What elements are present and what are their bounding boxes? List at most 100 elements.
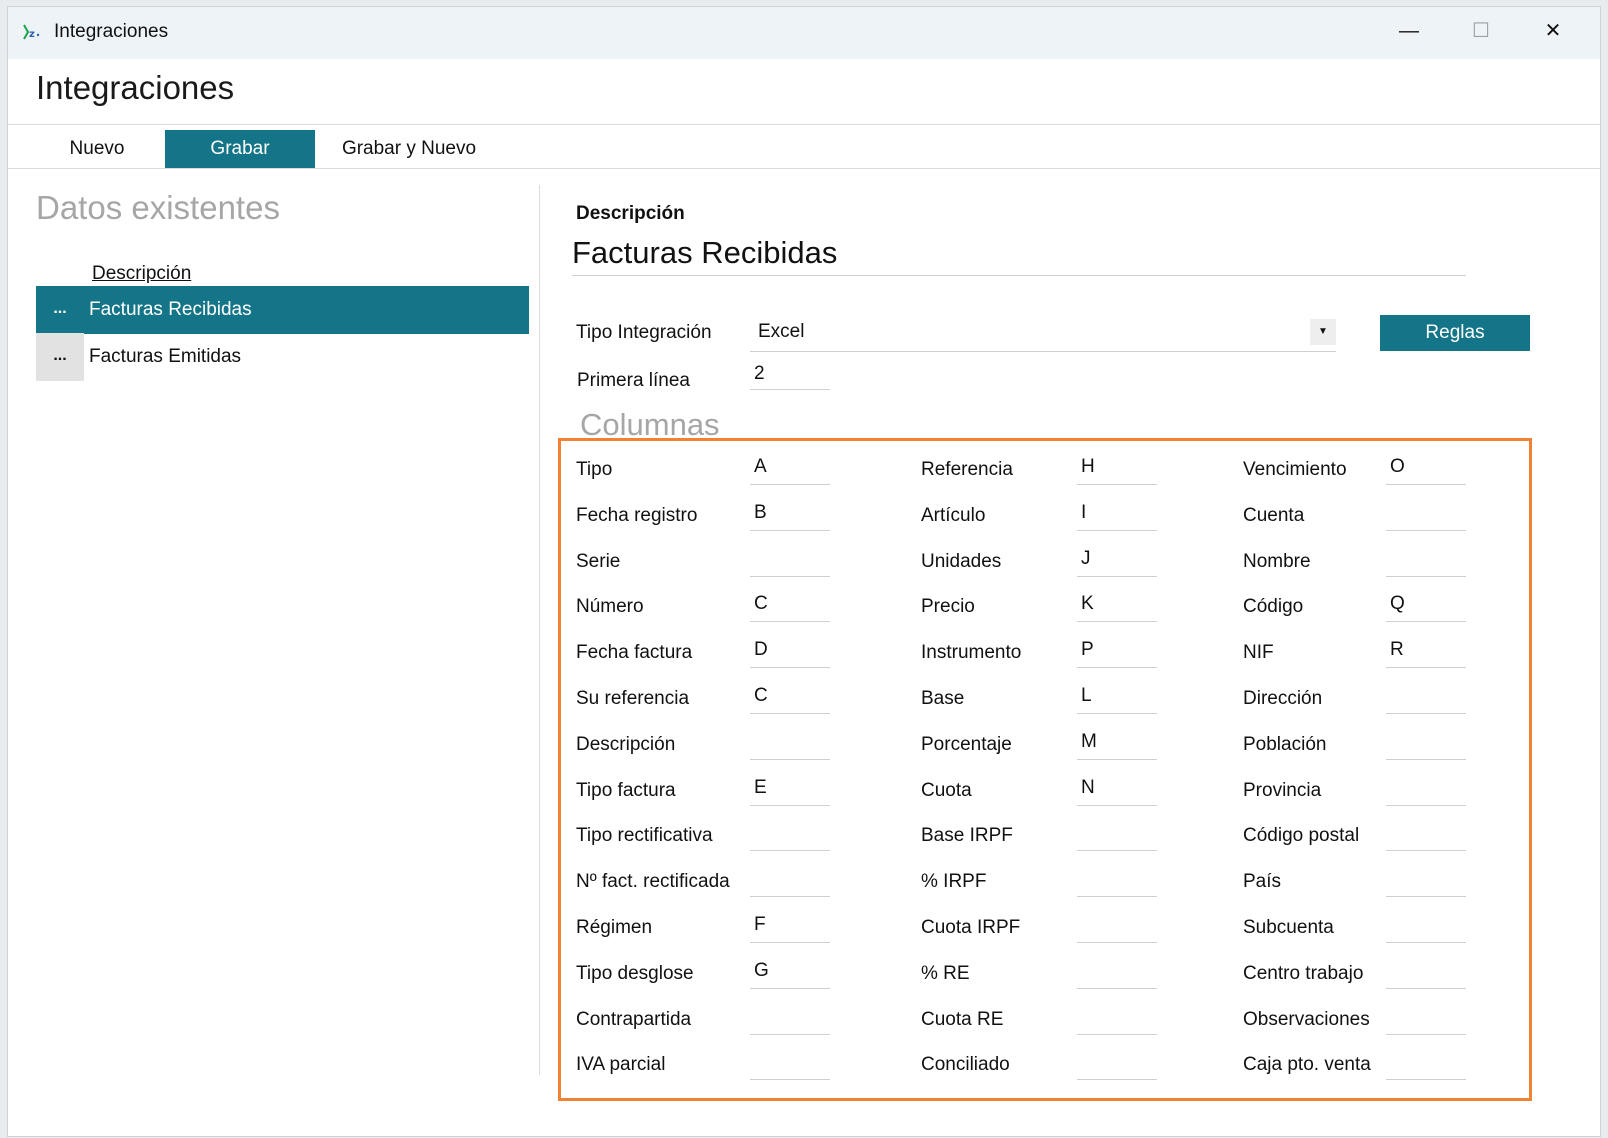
column-field-label: Base IRPF	[921, 825, 1013, 846]
window-title: Integraciones	[54, 21, 169, 42]
column-field-label: Cuenta	[1243, 505, 1305, 526]
column-field-input[interactable]	[1077, 823, 1157, 851]
column-field-input[interactable]: L	[1077, 686, 1157, 714]
maximize-button[interactable]: ☐	[1445, 7, 1517, 55]
column-field-label: Régimen	[576, 917, 653, 938]
column-field-input[interactable]: J	[1077, 549, 1157, 577]
list-item-label: Facturas Emitidas	[89, 346, 242, 367]
column-field-label: Observaciones	[1243, 1009, 1370, 1030]
column-field-input[interactable]: M	[1077, 732, 1157, 760]
column-field-label: Precio	[921, 596, 975, 617]
column-field-input[interactable]	[1386, 961, 1466, 989]
column-field-input[interactable]	[750, 823, 830, 851]
column-field-input[interactable]	[750, 732, 830, 760]
column-field-input[interactable]: P	[1077, 640, 1157, 668]
column-field-input[interactable]	[1386, 503, 1466, 531]
tipo-integracion-select[interactable]: Excel ▼	[750, 315, 1336, 352]
column-field-label: Código postal	[1243, 825, 1360, 846]
primera-linea-input[interactable]: 2	[750, 364, 830, 390]
column-field-label: Artículo	[921, 505, 986, 526]
column-field-label: Fecha registro	[576, 505, 698, 526]
column-field-input[interactable]	[750, 1007, 830, 1035]
column-field-input[interactable]	[1386, 823, 1466, 851]
column-field-label: Conciliado	[921, 1054, 1010, 1075]
header-divider	[8, 124, 1600, 125]
column-field-input[interactable]: N	[1077, 778, 1157, 806]
column-field-input[interactable]	[1077, 1007, 1157, 1035]
column-field-input[interactable]: R	[1386, 640, 1466, 668]
column-field-input[interactable]	[1386, 1052, 1466, 1080]
column-field-label: Porcentaje	[921, 734, 1012, 755]
svg-text:z: z	[29, 29, 35, 40]
column-field-input[interactable]: D	[750, 640, 830, 668]
column-field-label: % RE	[921, 963, 970, 984]
column-field-input[interactable]	[1077, 961, 1157, 989]
list-column-header[interactable]: Descripción	[92, 263, 191, 285]
column-field-input[interactable]	[1386, 915, 1466, 943]
descripcion-input[interactable]: Facturas Recibidas	[572, 235, 837, 271]
column-field-input[interactable]: K	[1077, 594, 1157, 622]
column-field-label: Cuota	[921, 780, 972, 801]
column-field-label: Su referencia	[576, 688, 690, 709]
grabar-button[interactable]: Grabar	[165, 130, 315, 168]
column-field-input[interactable]: A	[750, 457, 830, 485]
column-field-input[interactable]	[1386, 732, 1466, 760]
column-field-label: IVA parcial	[576, 1054, 666, 1075]
row-ellipsis-button[interactable]: ...	[36, 333, 84, 381]
column-field-label: Instrumento	[921, 642, 1022, 663]
column-field-input[interactable]	[750, 1052, 830, 1080]
column-field-label: Dirección	[1243, 688, 1323, 709]
minimize-button[interactable]: —	[1373, 7, 1445, 55]
descripcion-label: Descripción	[576, 203, 685, 224]
column-field-label: Cuota IRPF	[921, 917, 1021, 938]
column-field-input[interactable]	[1386, 686, 1466, 714]
column-field-label: NIF	[1243, 642, 1274, 663]
column-field-input[interactable]	[750, 549, 830, 577]
column-field-input[interactable]	[1386, 869, 1466, 897]
columnas-highlight-box	[558, 438, 1532, 1101]
list-item[interactable]: ... Facturas Emitidas	[36, 333, 529, 381]
app-logo-icon: z	[23, 24, 40, 40]
column-field-input[interactable]	[750, 869, 830, 897]
integraciones-window: z Integraciones — ☐ ✕ Integraciones Nuev…	[7, 6, 1601, 1137]
column-field-input[interactable]	[1386, 778, 1466, 806]
column-field-input[interactable]	[1386, 1007, 1466, 1035]
column-field-label: % IRPF	[921, 871, 987, 892]
column-field-label: Vencimiento	[1243, 459, 1347, 480]
dropdown-arrow-icon[interactable]: ▼	[1310, 319, 1336, 345]
column-field-label: Subcuenta	[1243, 917, 1334, 938]
column-field-label: Contrapartida	[576, 1009, 692, 1030]
column-field-label: Código	[1243, 596, 1304, 617]
descripcion-underline	[572, 275, 1466, 276]
column-field-input[interactable]	[1077, 869, 1157, 897]
column-field-label: Serie	[576, 551, 621, 572]
close-button[interactable]: ✕	[1517, 7, 1589, 55]
list-item-label: Facturas Recibidas	[89, 299, 252, 320]
column-field-input[interactable]	[1386, 549, 1466, 577]
column-field-input[interactable]: G	[750, 961, 830, 989]
column-field-input[interactable]: F	[750, 915, 830, 943]
column-field-label: Descripción	[576, 734, 676, 755]
column-field-input[interactable]: C	[750, 594, 830, 622]
column-field-input[interactable]	[1077, 1052, 1157, 1080]
column-field-input[interactable]: E	[750, 778, 830, 806]
page-title: Integraciones	[36, 69, 235, 106]
column-field-input[interactable]: H	[1077, 457, 1157, 485]
column-field-input[interactable]: B	[750, 503, 830, 531]
column-field-input[interactable]: C	[750, 686, 830, 714]
column-field-input[interactable]: O	[1386, 457, 1466, 485]
reglas-button[interactable]: Reglas	[1380, 315, 1530, 351]
column-field-label: Base	[921, 688, 965, 709]
nuevo-button[interactable]: Nuevo	[42, 130, 152, 168]
row-ellipsis-button[interactable]: ...	[36, 286, 84, 334]
column-field-input[interactable]: Q	[1386, 594, 1466, 622]
primera-linea-label: Primera línea	[577, 370, 690, 391]
column-field-label: Provincia	[1243, 780, 1322, 801]
tipo-integracion-value: Excel	[758, 321, 805, 342]
column-field-label: País	[1243, 871, 1282, 892]
grabar-y-nuevo-button[interactable]: Grabar y Nuevo	[334, 130, 484, 168]
column-field-label: Fecha factura	[576, 642, 693, 663]
column-field-input[interactable]	[1077, 915, 1157, 943]
list-item[interactable]: ... Facturas Recibidas	[36, 286, 529, 334]
column-field-input[interactable]: I	[1077, 503, 1157, 531]
